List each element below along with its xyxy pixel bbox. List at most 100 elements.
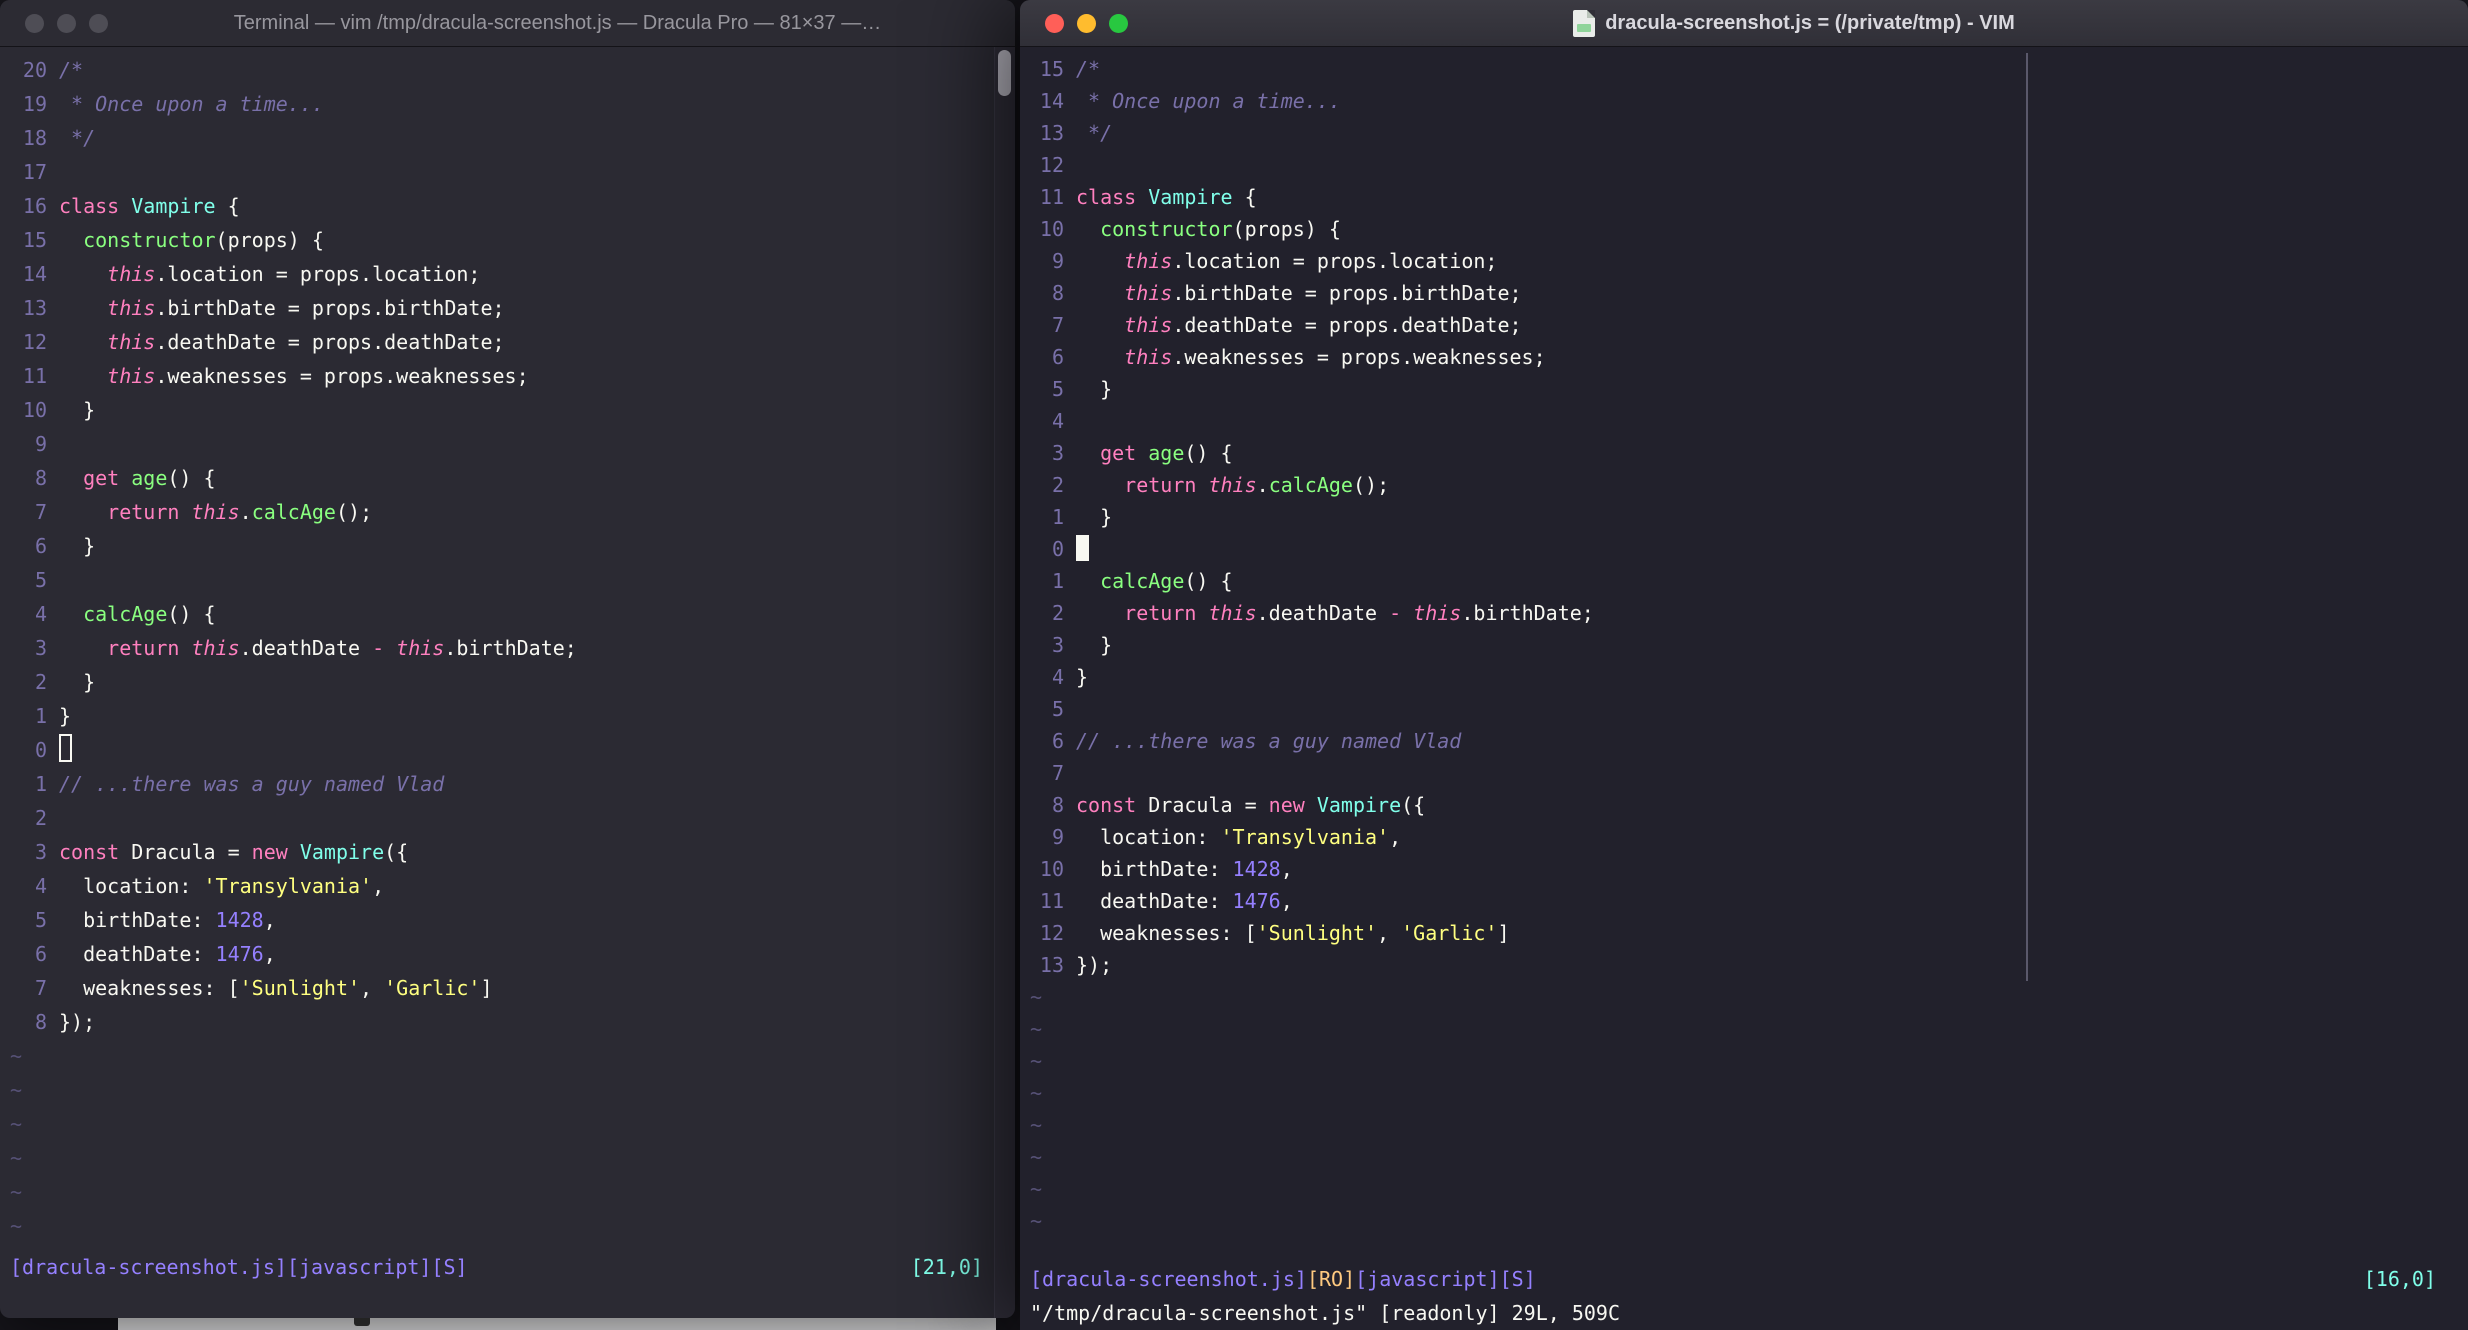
minimize-button[interactable] (1077, 13, 1096, 33)
code-line: 7 this.deathDate = props.deathDate; (1020, 309, 2468, 341)
line-number: 4 (34, 874, 47, 898)
code-line: 1} (0, 699, 1015, 733)
line-number: 5 (1051, 377, 1064, 401)
line-number: 8 (34, 1010, 47, 1034)
code-line: 2 (0, 801, 1015, 835)
line-number: 7 (1051, 761, 1064, 785)
line-number: 16 (22, 194, 47, 218)
line-number: 9 (34, 432, 47, 456)
code-line: 9 this.location = props.location; (1020, 245, 2468, 277)
code-line: 10 } (0, 393, 1015, 427)
code-line: 16 class Vampire { (0, 189, 1015, 223)
statusline-cursor-position: [16,0] (2363, 1267, 2436, 1291)
line-number: 0 (1051, 537, 1064, 561)
tilde-filler: ~ (1030, 1017, 1043, 1041)
macvim-editor[interactable]: 15/* 14 * Once upon a time... 13 */12 11 cla… (1020, 47, 2468, 1330)
terminal-titlebar[interactable]: Terminal — vim /tmp/dracula-screenshot.j… (0, 0, 1015, 47)
statusline-file-info: [dracula-screenshot.js][RO][javascript][… (1030, 1267, 1536, 1291)
line-number: 5 (1051, 697, 1064, 721)
code-line: 0 (0, 733, 1015, 767)
line-number: 3 (34, 840, 47, 864)
code-line: 4} (1020, 661, 2468, 693)
macvim-titlebar[interactable]: dracula-screenshot.js = (/private/tmp) -… (1020, 0, 2468, 47)
line-number: 7 (34, 500, 47, 524)
line-number: 11 (22, 364, 47, 388)
code-line: 3 return this.deathDate - this.birthDate… (0, 631, 1015, 665)
vim-command-line (0, 1284, 1015, 1318)
close-button[interactable] (25, 13, 44, 33)
code-line: 3 const Dracula = new Vampire({ (0, 835, 1015, 869)
code-line: 5 (1020, 693, 2468, 725)
line-number: 10 (1039, 217, 1064, 241)
line-number: 20 (22, 58, 47, 82)
tilde-filler: ~ (10, 1078, 23, 1102)
code-line: 12 weaknesses: ['Sunlight', 'Garlic'] (1020, 917, 2468, 949)
line-number: 6 (34, 534, 47, 558)
line-number: 0 (34, 738, 47, 762)
line-number: 6 (1051, 345, 1064, 369)
code-line: 3 } (1020, 629, 2468, 661)
line-number: 14 (22, 262, 47, 286)
code-line: 7 weaknesses: ['Sunlight', 'Garlic'] (0, 971, 1015, 1005)
vim-statusline: [dracula-screenshot.js][javascript][S] [… (0, 1250, 1015, 1284)
background-window-sliver[interactable] (118, 1318, 996, 1330)
code-line: 19 * Once upon a time... (0, 87, 1015, 121)
close-button[interactable] (1045, 13, 1064, 33)
code-line: 14 this.location = props.location; (0, 257, 1015, 291)
line-number: 2 (1051, 601, 1064, 625)
code-line: 6 } (0, 529, 1015, 563)
line-number: 5 (34, 568, 47, 592)
line-number: 10 (1039, 857, 1064, 881)
code-area: 20/* 19 * Once upon a time... 18 */17 16 cla… (0, 47, 1015, 1243)
code-line: 9 location: 'Transylvania', (1020, 821, 2468, 853)
line-number: 15 (22, 228, 47, 252)
terminal-window: Terminal — vim /tmp/dracula-screenshot.j… (0, 0, 1015, 1318)
line-number: 11 (1039, 185, 1064, 209)
line-number: 6 (1051, 729, 1064, 753)
vim-statusline: [dracula-screenshot.js][RO][javascript][… (1020, 1262, 2468, 1296)
line-number: 2 (1051, 473, 1064, 497)
minimize-button[interactable] (57, 13, 76, 33)
zoom-button[interactable] (89, 13, 108, 33)
code-line: 13}); (1020, 949, 2468, 981)
zoom-button[interactable] (1109, 13, 1128, 33)
line-number: 4 (1051, 665, 1064, 689)
file-proxy-document-icon[interactable] (1573, 9, 1596, 37)
line-number: 3 (1051, 633, 1064, 657)
tilde-filler: ~ (10, 1044, 23, 1068)
line-number: 12 (22, 330, 47, 354)
terminal-scrollbar-thumb[interactable] (998, 50, 1011, 96)
macvim-window-title: dracula-screenshot.js = (/private/tmp) -… (1605, 11, 2015, 34)
line-number: 5 (34, 908, 47, 932)
code-line: 7 return this.calcAge(); (0, 495, 1015, 529)
code-line: 7 (1020, 757, 2468, 789)
code-line: 17 (0, 155, 1015, 189)
terminal-window-title: Terminal — vim /tmp/dracula-screenshot.j… (233, 11, 882, 34)
color-column-ruler (2026, 53, 2028, 981)
line-number: 4 (34, 602, 47, 626)
line-number: 13 (1039, 121, 1064, 145)
code-line: 1 calcAge() { (1020, 565, 2468, 597)
terminal-vim-editor[interactable]: 20/* 19 * Once upon a time... 18 */17 16 cla… (0, 47, 1015, 1318)
line-number: 7 (1051, 313, 1064, 337)
code-line: 11 this.weaknesses = props.weaknesses; (0, 359, 1015, 393)
line-number: 3 (34, 636, 47, 660)
code-line: 18 */ (0, 121, 1015, 155)
tilde-filler: ~ (1030, 1145, 1043, 1169)
traffic-lights (1020, 13, 1128, 33)
traffic-lights (0, 13, 108, 33)
code-line: 0 (1020, 533, 2468, 565)
line-number: 10 (22, 398, 47, 422)
code-line: 4 calcAge() { (0, 597, 1015, 631)
line-number: 9 (1051, 249, 1064, 273)
code-line: 1 } (1020, 501, 2468, 533)
line-number: 13 (1039, 953, 1064, 977)
terminal-scrollbar-track[interactable] (994, 47, 1015, 1318)
line-number: 1 (34, 772, 47, 796)
line-number: 8 (1051, 281, 1064, 305)
cursor-block (1076, 535, 1089, 561)
code-line: 4 location: 'Transylvania', (0, 869, 1015, 903)
statusline-file-info: [dracula-screenshot.js][javascript][S] (10, 1255, 468, 1279)
macvim-window: dracula-screenshot.js = (/private/tmp) -… (1020, 0, 2468, 1330)
code-line: 20/* (0, 53, 1015, 87)
